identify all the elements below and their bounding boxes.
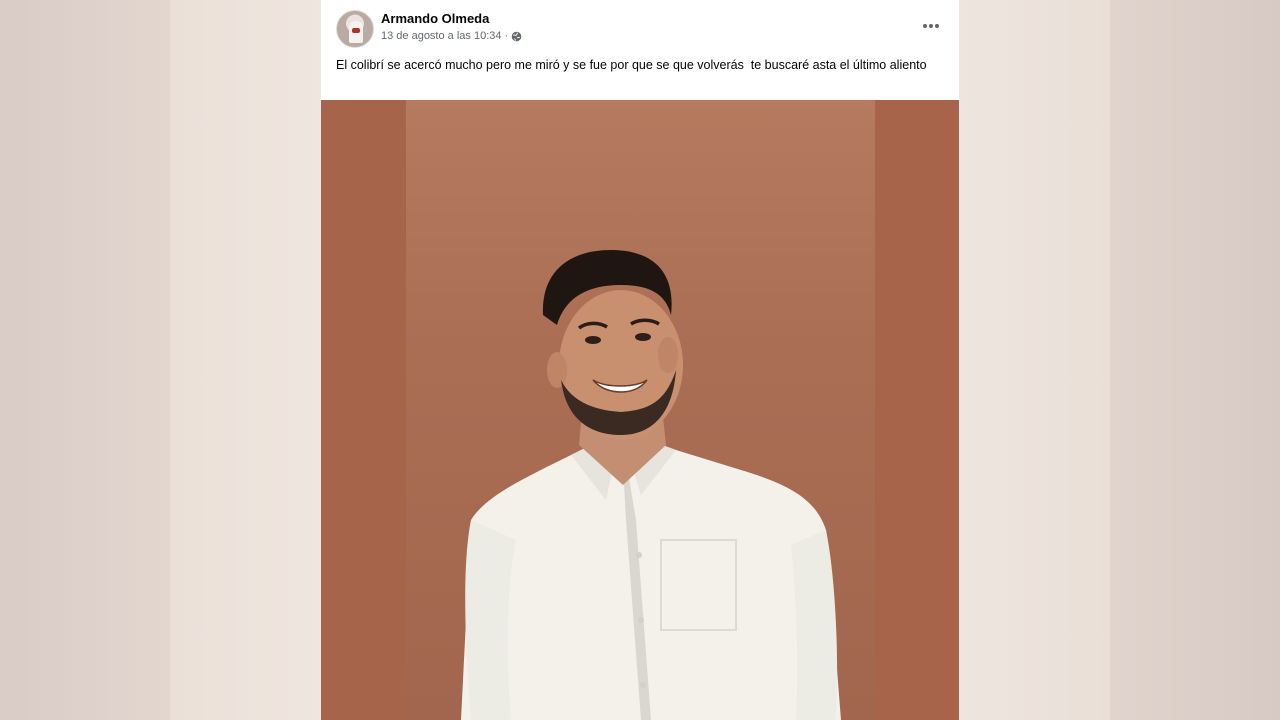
post-meta: 13 de agosto a las 10:34 · — [381, 30, 522, 42]
post-text: El colibrí se acercó mucho pero me miró … — [336, 58, 927, 72]
screenshot-stage: Armando Olmeda 13 de agosto a las 10:34 … — [0, 0, 1280, 720]
author-name[interactable]: Armando Olmeda — [381, 11, 489, 26]
avatar-accent — [352, 28, 360, 33]
globe-icon — [511, 31, 522, 41]
facebook-post: Armando Olmeda 13 de agosto a las 10:34 … — [321, 0, 959, 720]
portrait-person — [461, 250, 841, 720]
post-timestamp[interactable]: 13 de agosto a las 10:34 — [381, 30, 501, 42]
background-blur-left-inner — [170, 0, 321, 720]
background-blur-right-inner — [959, 0, 1110, 720]
author-avatar[interactable] — [336, 10, 374, 48]
background-blur-right-outer — [1110, 0, 1280, 720]
background-blur-left-outer — [0, 0, 170, 720]
more-options-button[interactable] — [919, 14, 943, 38]
more-horizontal-icon — [923, 24, 939, 28]
meta-separator: · — [504, 30, 509, 42]
post-photo[interactable] — [321, 100, 959, 720]
post-header: Armando Olmeda 13 de agosto a las 10:34 … — [321, 0, 959, 52]
